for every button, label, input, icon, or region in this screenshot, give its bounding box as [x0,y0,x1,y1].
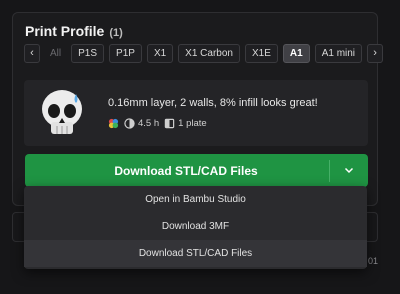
profile-meta: 4.5 h 1 plate [108,118,207,129]
chevron-down-icon [344,167,354,174]
plate-count: 1 plate [164,118,207,129]
download-stl-button[interactable]: Download STL/CAD Files [25,164,329,178]
chevron-right-icon[interactable]: › [367,44,384,63]
panel-title: Print Profile [25,23,105,39]
print-profile-panel: Print Profile (1) ‹ All P1S P1P X1 X1 Ca… [12,12,384,206]
printer-chip-x1[interactable]: X1 [146,44,174,63]
clock-icon [124,118,135,129]
printer-chip-x1-carbon[interactable]: X1 Carbon [178,44,240,63]
menu-download-stl-cad[interactable]: Download STL/CAD Files [24,240,367,267]
download-options-toggle[interactable] [330,154,368,187]
profile-description: 0.16mm layer, 2 walls, 8% infill looks g… [108,97,318,109]
menu-open-in-bambu-studio[interactable]: Open in Bambu Studio [24,186,367,213]
background-text: 01 [367,256,378,266]
printer-chip-x1e[interactable]: X1E [244,44,278,63]
printer-chip-a1[interactable]: A1 [282,44,310,63]
menu-download-3mf[interactable]: Download 3MF [24,213,367,240]
chevron-left-icon[interactable]: ‹ [24,44,40,63]
printer-chip-a1-mini[interactable]: A1 mini [314,44,363,63]
printer-chip-p1s[interactable]: P1S [71,44,105,63]
skull-icon [42,90,82,134]
plate-count-value: 1 plate [178,118,207,129]
filament-colors-icon [108,118,119,129]
printer-chip-all[interactable]: All [45,44,66,63]
profile-card[interactable]: 0.16mm layer, 2 walls, 8% infill looks g… [24,80,368,146]
print-time: 4.5 h [124,118,159,129]
plate-icon [164,118,175,129]
profile-count: (1) [109,27,123,39]
print-time-value: 4.5 h [138,118,160,129]
printer-chip-p1p[interactable]: P1P [109,44,142,63]
printer-filter-bar: ‹ All P1S P1P X1 X1 Carbon X1E A1 A1 min… [24,44,384,63]
download-options-menu: Open in Bambu Studio Download 3MF Downlo… [24,186,367,269]
download-split-button: Download STL/CAD Files [25,154,368,187]
panel-header: Print Profile (1) [25,23,123,39]
